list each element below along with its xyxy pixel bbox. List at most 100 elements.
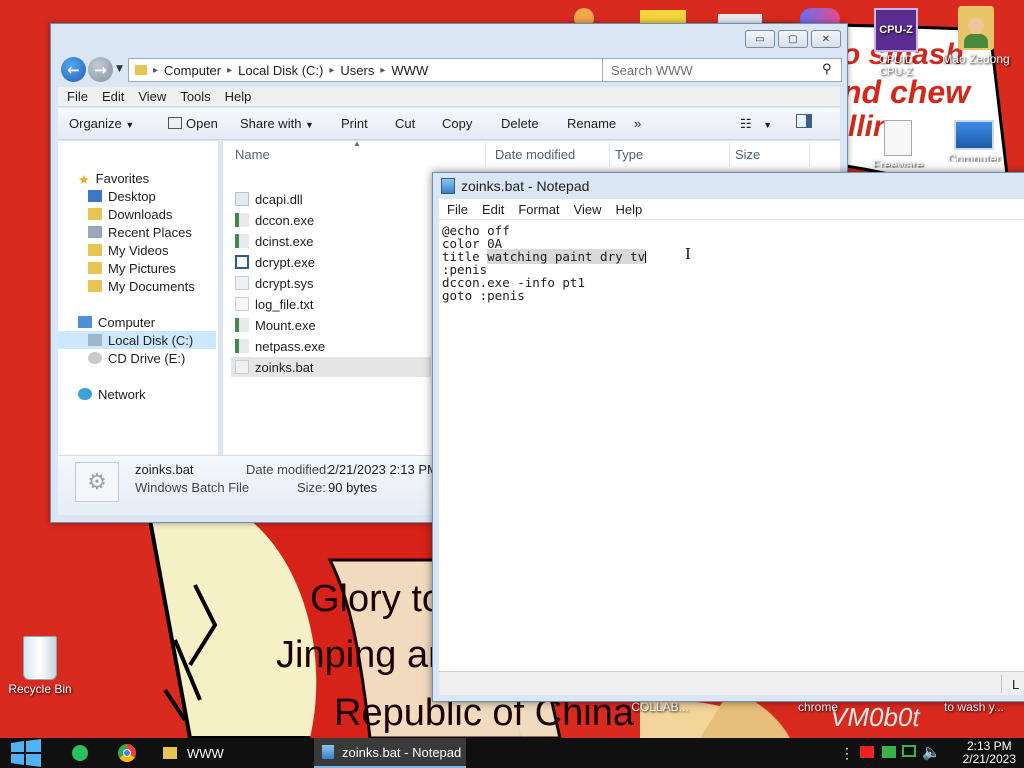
file-name: dcrypt.exe	[255, 254, 315, 270]
menu-edit[interactable]: Edit	[482, 202, 504, 217]
notepad-title-bar[interactable]: zoinks.bat - Notepad	[441, 178, 589, 194]
desktop-icon-collab[interactable]: COLLAB...	[620, 700, 700, 714]
editor-line: @echo off	[442, 224, 1024, 237]
breadcrumb-www[interactable]: WWW	[391, 63, 428, 78]
nav-recent-places[interactable]: Recent Places	[88, 223, 192, 241]
nav-label: CD Drive (E:)	[108, 350, 186, 366]
breadcrumb-separator[interactable]: ▸	[153, 65, 158, 76]
nav-my-videos[interactable]: My Videos	[88, 241, 168, 259]
menu-edit[interactable]: Edit	[102, 89, 124, 104]
menu-file[interactable]: File	[447, 202, 468, 217]
nav-local-disk[interactable]: Local Disk (C:)	[58, 331, 216, 349]
desktop-icon-computer[interactable]: Computer	[934, 120, 1014, 162]
breadcrumb-separator[interactable]: ▸	[227, 65, 232, 76]
organize-button[interactable]: Organize ▼	[69, 116, 134, 131]
nav-cd-drive[interactable]: CD Drive (E:)	[88, 349, 185, 367]
address-bar[interactable]: ▸ Computer ▸ Local Disk (C:) ▸ Users ▸ W…	[128, 58, 652, 82]
column-name[interactable]: Name	[235, 147, 270, 162]
clock[interactable]: 2:13 PM 2/21/2023	[963, 740, 1016, 766]
nav-downloads[interactable]: Downloads	[88, 205, 172, 223]
nav-label: My Pictures	[108, 260, 176, 276]
file-row-dcinst[interactable]: dcinst.exe	[231, 231, 451, 251]
file-row-mount[interactable]: Mount.exe	[231, 315, 451, 335]
documents-icon	[88, 280, 102, 292]
menu-file[interactable]: File	[67, 89, 88, 104]
editor-line: title watching paint dry tv	[442, 249, 1024, 264]
menu-view[interactable]: View	[574, 202, 602, 217]
clock-date: 2/21/2023	[962, 752, 1016, 766]
more-commands-button[interactable]: »	[634, 116, 641, 131]
column-divider[interactable]	[729, 143, 730, 167]
notepad-window[interactable]: zoinks.bat - Notepad File Edit Format Vi…	[432, 172, 1024, 702]
taskbar-task-explorer[interactable]: WWW	[155, 738, 305, 768]
desktop-icon-recycle-bin[interactable]: Recycle Bin	[0, 636, 80, 696]
file-row-netpass[interactable]: netpass.exe	[231, 336, 451, 356]
nav-label: My Videos	[108, 242, 169, 258]
network-icon[interactable]	[902, 745, 916, 757]
print-button[interactable]: Print	[341, 116, 368, 131]
nav-favorites[interactable]: ★ Favorites	[78, 169, 149, 188]
delete-button[interactable]: Delete	[501, 116, 539, 131]
view-options-button[interactable]: ☷ ▼	[740, 116, 772, 132]
taskbar-task-notepad[interactable]: zoinks.bat - Notepad	[314, 738, 466, 768]
breadcrumb-local-disk[interactable]: Local Disk (C:)	[238, 63, 323, 78]
column-type[interactable]: Type	[615, 147, 643, 162]
column-divider[interactable]	[485, 143, 486, 167]
nav-my-pictures[interactable]: My Pictures	[88, 259, 176, 277]
desktop-icon-mao-zedong[interactable]: Mao Zedong	[936, 6, 1016, 66]
menu-format[interactable]: Format	[518, 202, 559, 217]
file-row-dcrypt-exe[interactable]: dcrypt.exe	[231, 252, 451, 272]
share-with-button[interactable]: Share with ▼	[240, 116, 314, 131]
copy-button[interactable]: Copy	[442, 116, 472, 131]
open-button[interactable]: Open	[168, 116, 218, 131]
nav-my-documents[interactable]: My Documents	[88, 277, 195, 295]
column-divider[interactable]	[609, 143, 610, 167]
desktop-icon-freeware[interactable]: Freeware	[858, 120, 938, 168]
column-size[interactable]: Size	[735, 147, 760, 162]
breadcrumb-users[interactable]: Users	[340, 63, 374, 78]
nav-desktop[interactable]: Desktop	[88, 187, 156, 205]
back-arrow-icon: ←	[67, 60, 80, 79]
rename-button[interactable]: Rename	[567, 116, 616, 131]
tray-overflow-icon[interactable]: ⋮	[840, 745, 854, 762]
desktop-icon-cpuz[interactable]: CPU-Z CPUID CPU-Z	[856, 8, 936, 78]
desktop-icon-to-wash[interactable]: to wash y...	[934, 700, 1014, 714]
nav-computer[interactable]: Computer	[78, 313, 155, 331]
menu-help[interactable]: Help	[225, 89, 252, 104]
file-row-zoinks[interactable]: zoinks.bat	[231, 357, 431, 377]
forward-button[interactable]: →	[88, 57, 113, 82]
taskbar-app-chrome[interactable]	[118, 738, 136, 768]
back-button[interactable]: ←	[61, 57, 86, 82]
column-date-modified[interactable]: Date modified	[495, 147, 575, 162]
nav-network[interactable]: Network	[78, 385, 146, 403]
preview-pane-button[interactable]	[796, 114, 812, 131]
menu-tools[interactable]: Tools	[180, 89, 210, 104]
maximize-button[interactable]: ▢	[778, 30, 808, 48]
dcrypt-icon	[235, 255, 249, 269]
text-editor[interactable]: @echo off color 0A title watching paint …	[439, 219, 1024, 671]
menu-help[interactable]: Help	[615, 202, 642, 217]
breadcrumb-separator[interactable]: ▸	[380, 65, 385, 76]
file-row-log-file[interactable]: log_file.txt	[231, 294, 451, 314]
file-row-dccon[interactable]: dccon.exe	[231, 210, 451, 230]
taskbar-app-chat[interactable]	[72, 738, 88, 768]
start-button[interactable]	[10, 738, 42, 768]
recent-pages-chevron-icon[interactable]: ▼	[116, 64, 123, 74]
column-divider[interactable]	[809, 143, 810, 167]
file-row-dcapi[interactable]: dcapi.dll	[231, 189, 451, 209]
flag-icon[interactable]	[860, 746, 874, 758]
tray-app-icon[interactable]	[882, 746, 896, 758]
search-icon[interactable]: ⚲	[822, 62, 832, 77]
breadcrumb-computer[interactable]: Computer	[164, 63, 221, 78]
volume-icon[interactable]: 🔈	[922, 743, 941, 761]
minimize-button[interactable]: ▭	[745, 30, 775, 48]
task-label: WWW	[187, 745, 224, 761]
breadcrumb-separator[interactable]: ▸	[329, 65, 334, 76]
search-input[interactable]: Search WWW	[602, 58, 842, 82]
desktop-icon-chrome[interactable]: chrome	[778, 700, 858, 714]
cut-button[interactable]: Cut	[395, 116, 415, 131]
file-row-dcrypt-sys[interactable]: dcrypt.sys	[231, 273, 451, 293]
close-button[interactable]: ✕	[811, 30, 841, 48]
menu-view[interactable]: View	[138, 89, 166, 104]
share-with-label: Share with	[240, 116, 302, 131]
